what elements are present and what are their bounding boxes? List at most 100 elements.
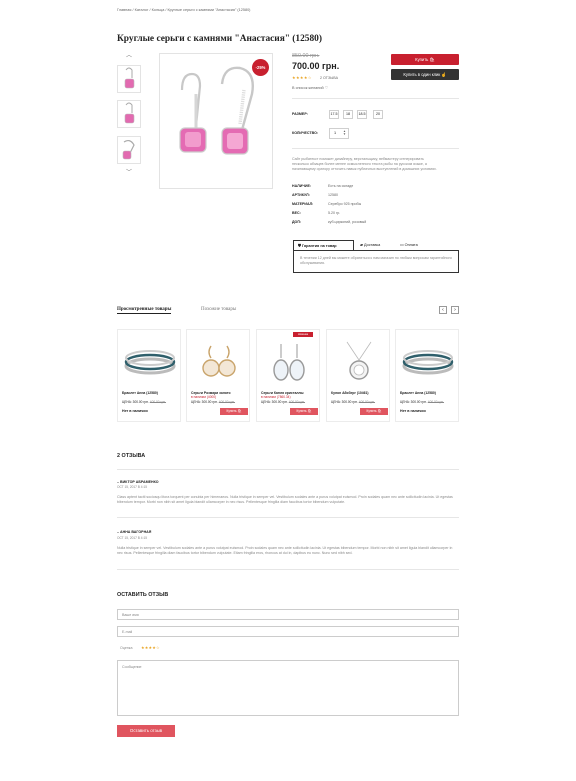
review-author: – АННА ВАГОРНАЯ — [117, 530, 152, 534]
size-option[interactable]: 18.5 — [357, 110, 367, 119]
size-option[interactable]: 18 — [343, 110, 353, 119]
card-availability: в наличии (7860.34) — [261, 395, 291, 399]
card-name[interactable]: Браслет Анна (12580) — [400, 391, 460, 395]
price: 700.00 грн. — [292, 61, 340, 71]
product-card[interactable]: Браслет Анна (12580) ЦЕНА: 300.00 грн. 4… — [117, 329, 181, 422]
gold-earrings-image — [202, 345, 236, 377]
thumbnail-2[interactable] — [117, 100, 141, 128]
card-out-of-stock: Нет в наличии — [400, 409, 426, 413]
product-description: Сайт рыбатекст поможет дизайнеру, верста… — [292, 157, 437, 172]
drop-earrings-image — [273, 344, 305, 381]
thumbnail-1[interactable] — [117, 65, 141, 93]
divider — [117, 469, 459, 470]
product-card[interactable]: Кулон Айсберг (10461) ЦЕНА: 300.00 грн. … — [326, 329, 390, 422]
buy-button[interactable]: Купить 🛍 — [391, 54, 459, 65]
new-badge: Новинка — [293, 332, 313, 337]
tab-viewed[interactable]: Просмотренные товары — [117, 307, 172, 314]
product-card[interactable]: Серьги Розмари золото в наличии (4000) Ц… — [186, 329, 250, 422]
discount-badge: -25% — [252, 59, 269, 76]
tab-warranty[interactable]: ⛊ Гарантия на товар — [293, 240, 354, 250]
thumb-up-icon[interactable]: ︿ — [125, 53, 133, 59]
email-field[interactable]: E-mail — [117, 626, 459, 637]
submit-review-button[interactable]: Оставить отзыв — [117, 725, 175, 737]
card-name[interactable]: Кулон Айсберг (10461) — [331, 391, 391, 395]
spec-key: МАТЕРИАЛ: — [292, 202, 314, 206]
qty-label: КОЛИЧЕСТВО: — [292, 131, 319, 135]
carousel-prev-icon[interactable]: ‹ — [439, 306, 447, 314]
heart-icon: ♡ — [324, 86, 329, 90]
bracelet-image — [402, 350, 454, 375]
product-card[interactable]: Браслет Анна (12580) ЦЕНА: 300.00 грн. 4… — [395, 329, 459, 422]
spec-key: ВЕС: — [292, 211, 301, 215]
tab-label: Оплата — [404, 243, 418, 247]
main-product-image[interactable]: -25% — [159, 53, 273, 189]
review-text: Class aptent taciti sociosqu litora torq… — [117, 495, 453, 505]
rating-label: Оценка — [120, 646, 133, 650]
spec-value: 5.20 гр. — [328, 211, 341, 215]
spec-key: АРТИКУЛ: — [292, 193, 310, 197]
card-buy-button[interactable]: Купить 🛍 — [290, 408, 318, 415]
card-name[interactable]: Браслет Анна (12580) — [122, 391, 182, 395]
card-buy-button[interactable]: Купить 🛍 — [360, 408, 388, 415]
tab-similar[interactable]: Похожие товары — [201, 307, 236, 312]
spec-value: Есть на складе — [328, 184, 354, 188]
breadcrumb[interactable]: Главная / Каталог / Кольца / Круглые сер… — [117, 8, 250, 12]
size-option[interactable]: 17.5 — [329, 110, 339, 119]
pointer-icon: ☝ — [441, 72, 447, 77]
spec-key: ДОП: — [292, 220, 302, 224]
size-option[interactable]: 20 — [373, 110, 383, 119]
wishlist-label: В список желаний — [292, 86, 324, 90]
review-date: ОСТ 15, 2017 В 4:15 — [117, 485, 148, 489]
cart-icon: 🛍 — [237, 409, 242, 413]
quantity-stepper[interactable]: 1 ▲ ▼ — [329, 128, 349, 139]
earring-side-thumb-icon — [122, 139, 135, 160]
size-label: РАЗМЕР: — [292, 112, 308, 116]
form-title: ОСТАВИТЬ ОТЗЫВ — [117, 592, 169, 598]
card-out-of-stock: Нет в наличии — [122, 409, 148, 413]
carousel-next-icon[interactable]: › — [451, 306, 459, 314]
divider — [117, 569, 459, 570]
thumbnail-3[interactable] — [117, 136, 141, 164]
tab-label: Гарантия на товар — [301, 244, 337, 248]
buy-label: Купить — [415, 57, 429, 62]
cart-icon: 🛍 — [307, 409, 312, 413]
card-availability: в наличии (4000) — [191, 395, 217, 399]
bracelet-image — [124, 350, 176, 375]
card-buy-button[interactable]: Купить 🛍 — [220, 408, 248, 415]
truck-icon: ▰ — [360, 243, 363, 247]
qty-value: 1 — [334, 131, 337, 135]
message-field[interactable]: Сообщение — [117, 660, 459, 716]
spec-key: НАЛИЧИЕ: — [292, 184, 312, 188]
review-date: ОСТ 15, 2017 В 4:15 — [117, 536, 148, 540]
earring-thumb-icon — [124, 67, 135, 89]
card-price: ЦЕНА: 300.00 грн. 400.00 грн. — [261, 400, 306, 404]
rating-count[interactable]: 2 ОТЗЫВА — [320, 76, 338, 80]
page-title: Круглые серьги с камнями "Анастасия" (12… — [117, 34, 322, 44]
earring-thumb-icon — [124, 102, 135, 124]
reviews-title: 2 ОТЗЫВА — [117, 453, 146, 459]
card-price: ЦЕНА: 300.00 грн. 400.00 грн. — [331, 400, 376, 404]
card-icon: ▭ — [400, 243, 404, 247]
tab-delivery[interactable]: ▰ Доставка — [356, 240, 380, 250]
tab-payment[interactable]: ▭ Оплата — [396, 240, 418, 250]
review-author: – ВИКТОР АБРАМЕНКО — [117, 480, 159, 484]
card-price: ЦЕНА: 300.00 грн. 400.00 грн. — [191, 400, 236, 404]
spec-value: куб.цирконий, розовый — [328, 220, 367, 224]
name-field[interactable]: Ваше имя — [117, 609, 459, 620]
stepper-arrows-icon[interactable]: ▲ ▼ — [343, 129, 346, 137]
rating-stars: ★★★★☆ — [292, 75, 312, 80]
rating-input[interactable]: ★★★★☆ — [141, 645, 160, 650]
divider — [117, 517, 459, 518]
cart-icon: 🛍 — [429, 57, 435, 62]
divider — [292, 98, 459, 99]
product-card[interactable]: Новинка Серьги Капля кристаллы в наличии… — [256, 329, 320, 422]
card-price: ЦЕНА: 300.00 грн. 400.00 грн. — [400, 400, 445, 404]
cart-icon: 🛍 — [377, 409, 382, 413]
tab-label: Доставка — [363, 243, 381, 247]
wishlist-link[interactable]: В список желаний ♡ — [292, 85, 328, 90]
thumb-down-icon[interactable]: ﹀ — [125, 170, 133, 176]
pendant-image — [346, 341, 372, 380]
buy-one-click-button[interactable]: Купить в один клик ☝ — [391, 69, 459, 80]
spec-value: Серебро 925 пробы — [328, 202, 362, 206]
review-text: Nulla tristique in semper vel. Vestibulu… — [117, 546, 453, 556]
